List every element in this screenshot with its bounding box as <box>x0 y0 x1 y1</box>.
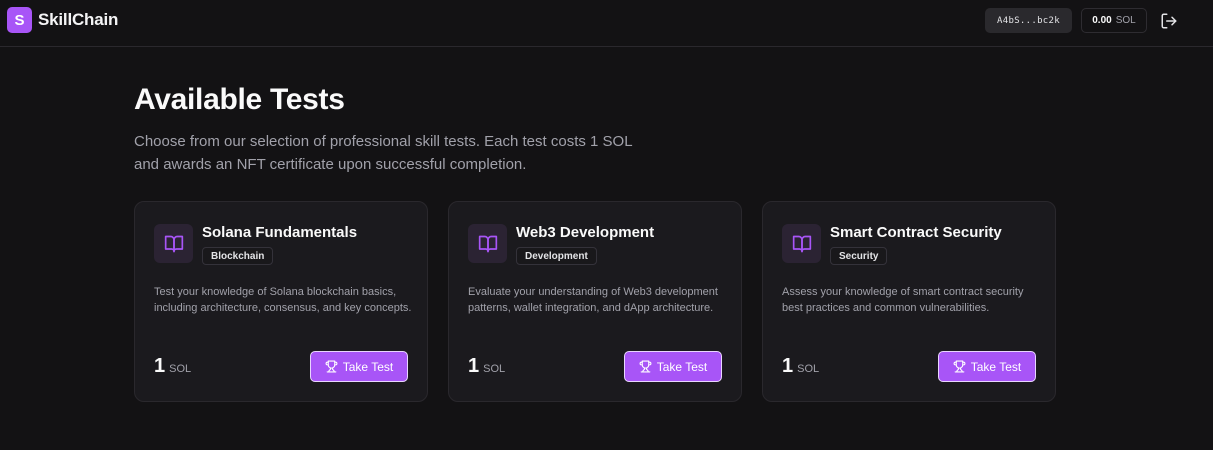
category-badge: Development <box>516 247 597 265</box>
subtitle-line-2: and awards an NFT certificate upon succe… <box>134 156 527 173</box>
test-description: Test your knowledge of Solana blockchain… <box>154 286 412 314</box>
take-test-label: Take Test <box>656 359 708 374</box>
balance-unit: SOL <box>1115 15 1136 26</box>
price-unit: SOL <box>483 363 506 375</box>
test-price: 1 SOL <box>782 355 819 378</box>
sol-balance: 0.00 SOL <box>1081 8 1147 33</box>
balance-amount: 0.00 <box>1092 15 1112 26</box>
price-amount: 1 <box>782 355 794 377</box>
take-test-button[interactable]: Take Test <box>624 351 722 382</box>
price-unit: SOL <box>797 363 820 375</box>
test-description: Assess your knowledge of smart contract … <box>782 286 1024 314</box>
take-test-label: Take Test <box>342 359 394 374</box>
price-unit: SOL <box>169 363 192 375</box>
test-price: 1 SOL <box>154 355 191 378</box>
price-amount: 1 <box>154 355 166 377</box>
wallet-address[interactable]: A4bS...bc2k <box>985 8 1072 33</box>
test-card-solana-fundamentals: Solana Fundamentals Blockchain Test your… <box>134 201 428 402</box>
book-icon <box>782 224 821 263</box>
test-description: Evaluate your understanding of Web3 deve… <box>468 286 718 314</box>
trophy-icon <box>953 360 966 373</box>
test-card-smart-contract-security: Smart Contract Security Security Assess … <box>762 201 1056 402</box>
take-test-button[interactable]: Take Test <box>310 351 408 382</box>
logout-icon[interactable] <box>1160 12 1178 30</box>
page-subtitle: Choose from our selection of professiona… <box>134 130 674 176</box>
brand-name: SkillChain <box>38 10 119 29</box>
top-navbar: S SkillChain A4bS...bc2k 0.00 SOL <box>0 0 1213 47</box>
test-title: Smart Contract Security <box>830 224 1002 241</box>
take-test-label: Take Test <box>970 359 1022 374</box>
test-title: Solana Fundamentals <box>202 224 358 241</box>
page-title: Available Tests <box>134 83 345 116</box>
category-badge: Blockchain <box>202 247 274 265</box>
book-icon <box>468 224 507 263</box>
price-amount: 1 <box>468 355 480 377</box>
test-price: 1 SOL <box>468 355 505 378</box>
take-test-button[interactable]: Take Test <box>938 351 1036 382</box>
category-badge: Security <box>830 247 888 265</box>
brand[interactable]: S SkillChain <box>7 7 118 33</box>
book-icon <box>154 224 193 263</box>
subtitle-line-1: Choose from our selection of professiona… <box>134 133 633 150</box>
test-card-web3-development: Web3 Development Development Evaluate yo… <box>448 201 742 402</box>
logo: S <box>7 7 32 33</box>
test-title: Web3 Development <box>516 224 655 241</box>
trophy-icon <box>639 360 652 373</box>
trophy-icon <box>325 360 338 373</box>
